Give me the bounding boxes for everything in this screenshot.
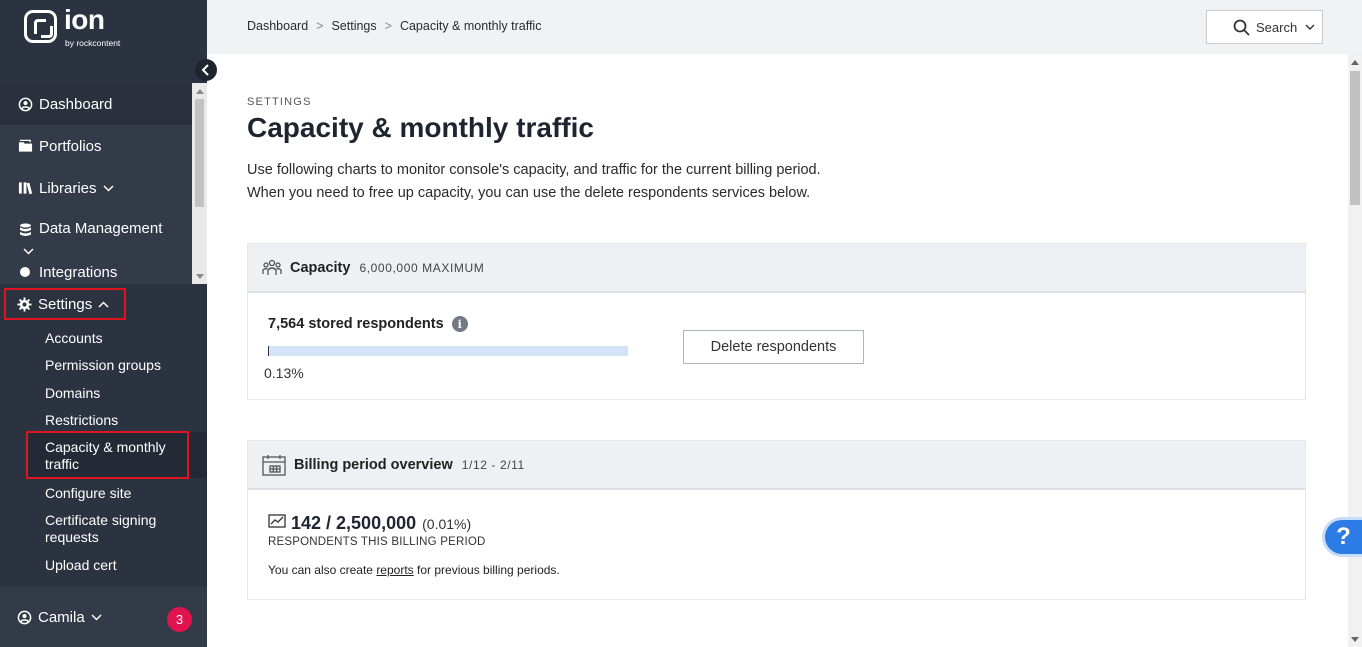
sidebar-item-label: Libraries bbox=[39, 179, 97, 197]
billing-count-label: RESPONDENTS THIS BILLING PERIOD bbox=[268, 536, 486, 548]
capacity-percent: 0.13% bbox=[264, 365, 304, 381]
main-content: SETTINGS Capacity & monthly traffic Use … bbox=[207, 54, 1348, 647]
page-title: Capacity & monthly traffic bbox=[247, 112, 594, 143]
billing-note: You can also create reports for previous… bbox=[268, 563, 560, 577]
billing-note-prefix: You can also create bbox=[268, 563, 377, 577]
database-icon bbox=[17, 222, 33, 238]
sidebar-item-integrations[interactable]: Integrations bbox=[0, 251, 207, 284]
delete-respondents-button[interactable]: Delete respondents bbox=[683, 330, 864, 364]
calendar-icon bbox=[262, 454, 286, 476]
dashboard-icon bbox=[17, 96, 33, 112]
folder-icon bbox=[17, 138, 33, 154]
billing-count-percent: (0.01%) bbox=[422, 515, 472, 532]
description-line-2: When you need to free up capacity, you c… bbox=[247, 185, 811, 201]
chevron-left-icon bbox=[201, 64, 209, 76]
logo-text: ion bbox=[64, 4, 105, 35]
sidebar-item-settings[interactable]: Settings bbox=[4, 288, 126, 320]
sidebar-item-label: Data Management bbox=[39, 220, 163, 237]
ion-logo[interactable]: ion by rockcontent bbox=[24, 4, 134, 52]
scroll-up-arrow-icon[interactable] bbox=[1351, 60, 1359, 65]
billing-count-value: 142 / 2,500,000 bbox=[291, 513, 417, 533]
scrollbar-thumb[interactable] bbox=[195, 99, 204, 207]
page-description: Use following charts to monitor console'… bbox=[247, 159, 821, 205]
capacity-card: Capacity 6,000,000 MAXIMUM 7,564 stored … bbox=[247, 243, 1306, 400]
logo-subtext: by rockcontent bbox=[65, 38, 121, 48]
capacity-progress-bar bbox=[268, 346, 628, 356]
billing-card-header: Billing period overview 1/12 - 2/11 bbox=[248, 441, 1305, 490]
sidebar-item-label: Dashboard bbox=[39, 95, 113, 113]
capacity-card-header: Capacity 6,000,000 MAXIMUM bbox=[248, 244, 1305, 293]
search-icon bbox=[1233, 19, 1250, 36]
sidebar: ion by rockcontent Dashboard Portfolios … bbox=[0, 0, 217, 647]
settings-subitem-upload-cert[interactable]: Upload cert bbox=[45, 557, 117, 574]
stored-respondents-text: 7,564 stored respondents bbox=[268, 316, 444, 332]
scroll-up-arrow-icon[interactable] bbox=[196, 89, 204, 94]
chevron-down-icon bbox=[1305, 24, 1315, 30]
sidebar-scrollbar[interactable] bbox=[192, 83, 207, 284]
info-icon[interactable]: i bbox=[451, 316, 468, 332]
sidebar-item-libraries[interactable]: Libraries bbox=[0, 167, 207, 209]
page-overline: SETTINGS bbox=[247, 96, 312, 108]
breadcrumb-separator: > bbox=[316, 19, 324, 33]
billing-card: Billing period overview 1/12 - 2/11 142 … bbox=[247, 440, 1306, 600]
scroll-down-arrow-icon[interactable] bbox=[1351, 637, 1359, 642]
main-scrollbar[interactable] bbox=[1348, 54, 1362, 647]
gear-icon bbox=[17, 296, 32, 312]
people-group-icon bbox=[262, 259, 282, 277]
libraries-icon bbox=[17, 180, 33, 196]
settings-subitem-permission-groups[interactable]: Permission groups bbox=[45, 357, 161, 374]
settings-subitem-accounts[interactable]: Accounts bbox=[45, 330, 103, 347]
capacity-progress-fill bbox=[268, 346, 269, 356]
reports-link[interactable]: reports bbox=[376, 563, 413, 577]
line-chart-icon bbox=[268, 514, 286, 533]
sidebar-nav: Dashboard Portfolios Libraries Data Mana… bbox=[0, 83, 207, 284]
scrollbar-thumb[interactable] bbox=[1350, 71, 1360, 205]
sidebar-item-label: Portfolios bbox=[39, 137, 102, 155]
help-button[interactable]: ? bbox=[1322, 517, 1362, 557]
billing-note-suffix: for previous billing periods. bbox=[413, 563, 560, 577]
description-line-1: Use following charts to monitor console'… bbox=[247, 162, 821, 178]
breadcrumb-current: Capacity & monthly traffic bbox=[399, 19, 542, 33]
billing-count: 142 / 2,500,000 (0.01%) bbox=[268, 513, 471, 534]
breadcrumb-settings[interactable]: Settings bbox=[331, 19, 376, 33]
breadcrumb-dashboard[interactable]: Dashboard bbox=[247, 19, 308, 33]
search-button[interactable]: Search bbox=[1206, 10, 1323, 44]
billing-period: 1/12 - 2/11 bbox=[461, 457, 525, 472]
chevron-up-icon bbox=[98, 300, 109, 308]
collapse-sidebar-button[interactable] bbox=[195, 59, 217, 81]
user-icon bbox=[17, 610, 32, 625]
capacity-maximum: 6,000,000 MAXIMUM bbox=[359, 260, 485, 275]
capacity-title: Capacity bbox=[290, 259, 351, 276]
ion-logo-icon bbox=[24, 10, 57, 43]
scroll-down-arrow-icon[interactable] bbox=[196, 274, 204, 279]
settings-subitem-restrictions[interactable]: Restrictions bbox=[45, 412, 118, 429]
stored-respondents: 7,564 stored respondents i bbox=[268, 316, 468, 332]
chevron-down-icon bbox=[91, 613, 102, 621]
sidebar-item-label: Integrations bbox=[39, 263, 118, 281]
search-label: Search bbox=[1256, 19, 1298, 35]
billing-title: Billing period overview bbox=[294, 456, 453, 473]
active-item-highlight bbox=[26, 431, 189, 479]
breadcrumb: Dashboard > Settings > Capacity & monthl… bbox=[247, 19, 541, 33]
sidebar-item-dashboard[interactable]: Dashboard bbox=[0, 83, 207, 125]
breadcrumb-separator: > bbox=[384, 19, 392, 33]
user-name: Camila bbox=[38, 608, 85, 626]
settings-subitem-configure-site[interactable]: Configure site bbox=[45, 485, 131, 502]
sidebar-item-portfolios[interactable]: Portfolios bbox=[0, 125, 207, 167]
integrations-icon bbox=[17, 264, 33, 280]
settings-subitem-certificate-signing-requests[interactable]: Certificate signing requests bbox=[45, 512, 185, 546]
settings-subitem-domains[interactable]: Domains bbox=[45, 385, 100, 402]
notification-badge[interactable]: 3 bbox=[167, 607, 192, 632]
settings-section: Settings Accounts Permission groups Doma… bbox=[0, 284, 207, 587]
settings-label: Settings bbox=[38, 295, 93, 313]
chevron-down-icon bbox=[103, 184, 114, 192]
